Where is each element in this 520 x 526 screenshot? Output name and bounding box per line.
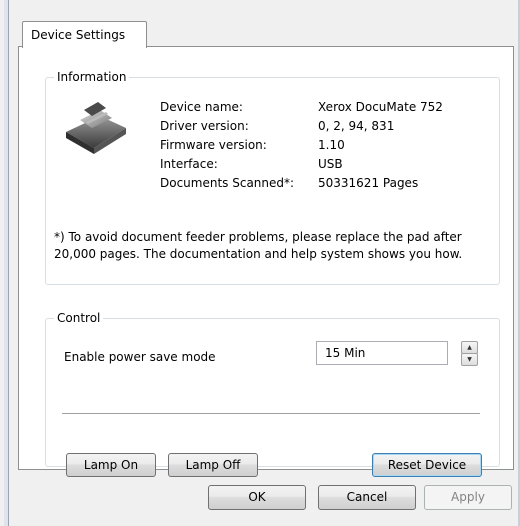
information-group: Information Device name: Xerox DocuMate … — [45, 70, 500, 285]
device-name-value: Xerox DocuMate 752 — [318, 100, 443, 114]
scanner-icon — [66, 102, 126, 154]
firmware-version-value: 1.10 — [318, 138, 345, 152]
documents-scanned-label: Documents Scanned*: — [160, 176, 295, 190]
device-name-label: Device name: — [160, 100, 243, 114]
documents-scanned-value: 50331621 Pages — [318, 176, 419, 190]
pad-replacement-note: *) To avoid document feeder problems, pl… — [54, 230, 463, 261]
window-left-edge — [4, 0, 9, 526]
tab-label: Device Settings — [31, 28, 126, 42]
spin-down-icon[interactable]: ▼ — [461, 353, 478, 366]
control-divider — [62, 413, 480, 415]
interface-value: USB — [318, 157, 343, 171]
power-save-input[interactable]: 15 Min — [316, 341, 448, 365]
control-group: Control Enable power save mode 15 Min ▲ … — [45, 311, 500, 477]
apply-button[interactable]: Apply — [424, 485, 512, 510]
power-save-spinner: ▲ ▼ — [461, 341, 478, 366]
control-legend: Control — [54, 311, 104, 325]
driver-version-label: Driver version: — [160, 119, 249, 133]
tab-device-settings[interactable]: Device Settings — [22, 21, 147, 48]
tab-panel: Information Device name: Xerox DocuMate … — [18, 46, 514, 477]
interface-label: Interface: — [160, 157, 218, 171]
lamp-off-button[interactable]: Lamp Off — [168, 453, 258, 477]
reset-device-button[interactable]: Reset Device — [372, 453, 482, 477]
device-settings-dialog: Device Settings Information Device name:… — [0, 0, 520, 526]
firmware-version-label: Firmware version: — [160, 138, 267, 152]
lamp-on-button[interactable]: Lamp On — [66, 453, 156, 477]
cancel-button[interactable]: Cancel — [318, 485, 416, 510]
ok-button[interactable]: OK — [208, 485, 306, 510]
information-legend: Information — [54, 70, 130, 84]
power-save-label: Enable power save mode — [64, 350, 216, 364]
driver-version-value: 0, 2, 94, 831 — [318, 119, 395, 133]
